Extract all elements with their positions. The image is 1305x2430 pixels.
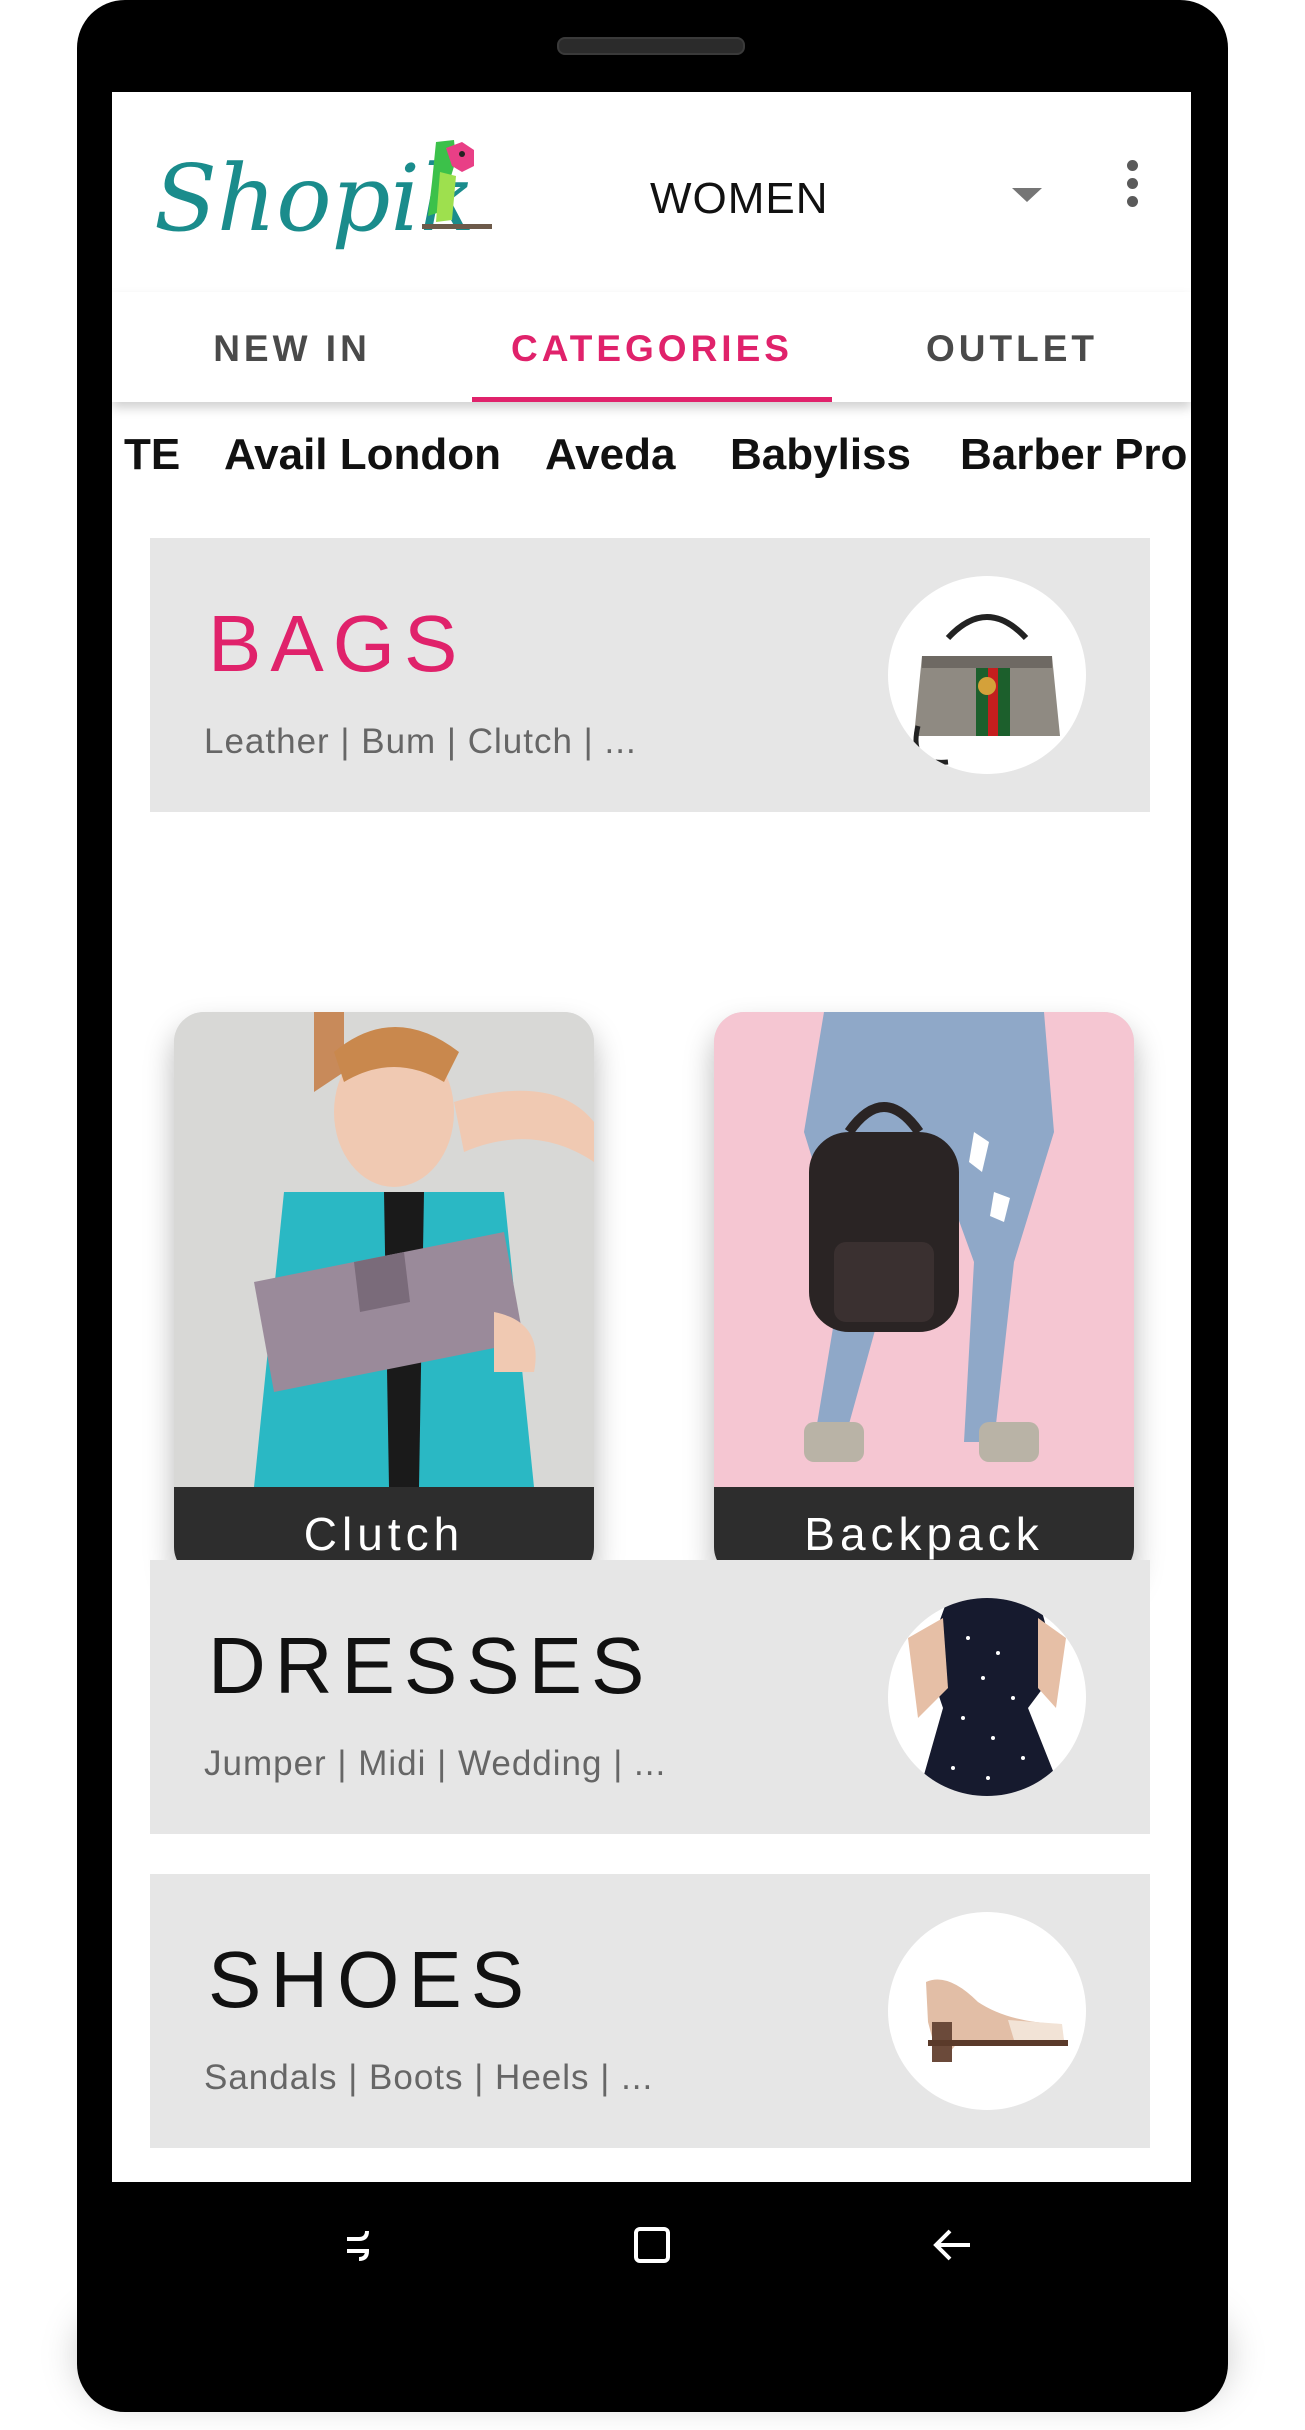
category-subtitle: Leather | Bum | Clutch | ...: [204, 722, 637, 761]
phone-frame: Shopik WOMEN NEW IN CATEGORIES OUTLET TE…: [77, 0, 1228, 2412]
heel-shoe-icon: [888, 1912, 1086, 2110]
clutch-photo: [174, 1012, 594, 1487]
brand-item[interactable]: Babyliss: [730, 430, 911, 480]
subcategory-card-clutch[interactable]: Clutch: [174, 1012, 594, 1577]
category-title: DRESSES: [208, 1621, 654, 1710]
brand-item[interactable]: Avail London: [224, 430, 501, 480]
tab-categories[interactable]: CATEGORIES: [472, 328, 832, 370]
app-screen: Shopik WOMEN NEW IN CATEGORIES OUTLET TE…: [112, 92, 1191, 2182]
backpack-photo: [714, 1012, 1134, 1487]
chevron-down-icon[interactable]: [1012, 188, 1042, 202]
category-subtitle: Sandals | Boots | Heels | ...: [204, 2058, 654, 2097]
category-card-shoes[interactable]: SHOES Sandals | Boots | Heels | ...: [150, 1874, 1150, 2148]
logo-text: Shopik: [154, 145, 476, 252]
brand-item[interactable]: Barber Pro: [960, 430, 1187, 480]
brand-item[interactable]: TE: [124, 430, 180, 480]
app-logo: Shopik: [154, 132, 594, 262]
more-options-icon[interactable]: [1122, 160, 1142, 212]
gender-selector[interactable]: WOMEN: [650, 174, 829, 224]
tab-outlet[interactable]: OUTLET: [832, 328, 1191, 370]
back-icon[interactable]: [922, 2215, 982, 2275]
speaker-grille: [557, 37, 745, 55]
brand-strip: TE Avail London Aveda Babyliss Barber Pr…: [112, 420, 1191, 500]
subcategory-card-backpack[interactable]: Backpack: [714, 1012, 1134, 1577]
category-card-dresses[interactable]: DRESSES Jumper | Midi | Wedding | ...: [150, 1560, 1150, 1834]
category-title: SHOES: [208, 1935, 534, 2024]
category-title: BAGS: [208, 599, 467, 688]
tab-bar: NEW IN CATEGORIES OUTLET: [112, 292, 1191, 402]
tab-indicator: [472, 397, 832, 402]
category-card-bags[interactable]: BAGS Leather | Bum | Clutch | ...: [150, 538, 1150, 812]
recent-apps-icon[interactable]: [329, 2215, 389, 2275]
category-subtitle: Jumper | Midi | Wedding | ...: [204, 1744, 667, 1783]
dress-icon: [888, 1598, 1086, 1796]
tab-new-in[interactable]: NEW IN: [112, 328, 472, 370]
home-icon[interactable]: [622, 2215, 682, 2275]
handbag-icon: [888, 576, 1086, 774]
brand-item[interactable]: Aveda: [545, 430, 675, 480]
